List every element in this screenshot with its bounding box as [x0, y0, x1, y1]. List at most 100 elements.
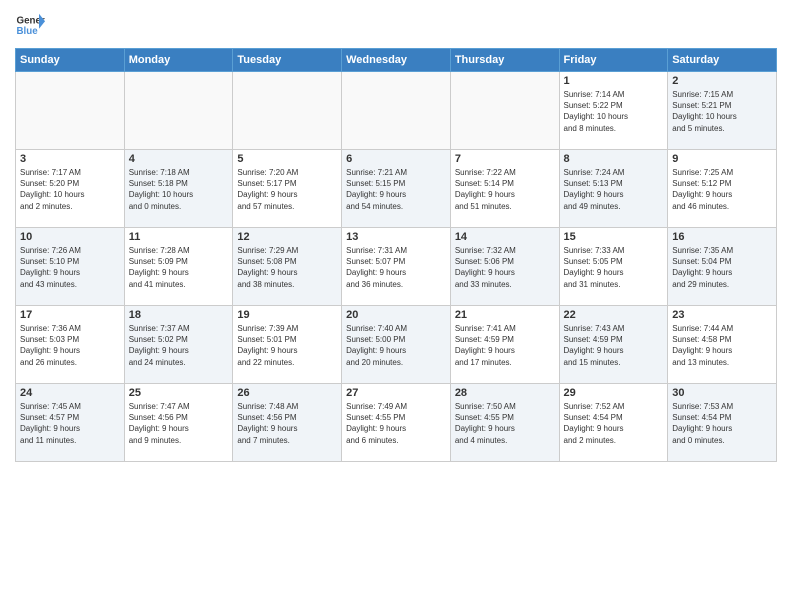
day-info: Sunrise: 7:35 AM Sunset: 5:04 PM Dayligh…	[672, 245, 772, 290]
day-number: 26	[237, 387, 337, 399]
calendar-week-1: 1 Sunrise: 7:14 AM Sunset: 5:22 PM Daylig…	[16, 72, 777, 150]
calendar-day: 5 Sunrise: 7:20 AM Sunset: 5:17 PM Daylig…	[233, 150, 342, 228]
day-number: 2	[672, 75, 772, 87]
day-info: Sunrise: 7:48 AM Sunset: 4:56 PM Dayligh…	[237, 401, 337, 446]
calendar-day: 17Sunrise: 7:36 AM Sunset: 5:03 PM Dayli…	[16, 306, 125, 384]
day-number: 20	[346, 309, 446, 321]
day-info: Sunrise: 7:26 AM Sunset: 5:10 PM Dayligh…	[20, 245, 120, 290]
day-number: 28	[455, 387, 555, 399]
calendar-day: 13Sunrise: 7:31 AM Sunset: 5:07 PM Dayli…	[342, 228, 451, 306]
day-number: 1	[564, 75, 664, 87]
calendar-day: 7Sunrise: 7:22 AM Sunset: 5:14 PM Daylig…	[450, 150, 559, 228]
day-number: 15	[564, 231, 664, 243]
day-info: Sunrise: 7:15 AM Sunset: 5:21 PM Dayligh…	[672, 89, 772, 134]
day-info: Sunrise: 7:41 AM Sunset: 4:59 PM Dayligh…	[455, 323, 555, 368]
calendar-day	[450, 72, 559, 150]
day-info: Sunrise: 7:31 AM Sunset: 5:07 PM Dayligh…	[346, 245, 446, 290]
day-number: 24	[20, 387, 120, 399]
calendar-day: 25 Sunrise: 7:47 AM Sunset: 4:56 PM Dayli…	[124, 384, 233, 462]
day-info: Sunrise: 7:40 AM Sunset: 5:00 PM Dayligh…	[346, 323, 446, 368]
day-info: Sunrise: 7:20 AM Sunset: 5:17 PM Dayligh…	[237, 167, 337, 212]
svg-text:Blue: Blue	[17, 26, 39, 37]
day-number: 10	[20, 231, 120, 243]
calendar-day: 21 Sunrise: 7:41 AM Sunset: 4:59 PM Dayli…	[450, 306, 559, 384]
day-number: 27	[346, 387, 446, 399]
day-info: Sunrise: 7:25 AM Sunset: 5:12 PM Dayligh…	[672, 167, 772, 212]
calendar-day: 23 Sunrise: 7:44 AM Sunset: 4:58 PM Dayli…	[668, 306, 777, 384]
calendar-week-3: 10 Sunrise: 7:26 AM Sunset: 5:10 PM Dayli…	[16, 228, 777, 306]
calendar-day: 9 Sunrise: 7:25 AM Sunset: 5:12 PM Daylig…	[668, 150, 777, 228]
calendar-day: 27Sunrise: 7:49 AM Sunset: 4:55 PM Dayli…	[342, 384, 451, 462]
day-number: 30	[672, 387, 772, 399]
calendar-day	[124, 72, 233, 150]
day-number: 18	[129, 309, 229, 321]
day-info: Sunrise: 7:53 AM Sunset: 4:54 PM Dayligh…	[672, 401, 772, 446]
calendar-day: 14 Sunrise: 7:32 AM Sunset: 5:06 PM Dayli…	[450, 228, 559, 306]
day-number: 29	[564, 387, 664, 399]
weekday-header-row: SundayMondayTuesdayWednesdayThursdayFrid…	[16, 49, 777, 72]
calendar-day: 26 Sunrise: 7:48 AM Sunset: 4:56 PM Dayli…	[233, 384, 342, 462]
day-number: 21	[455, 309, 555, 321]
calendar-week-4: 17Sunrise: 7:36 AM Sunset: 5:03 PM Dayli…	[16, 306, 777, 384]
day-info: Sunrise: 7:45 AM Sunset: 4:57 PM Dayligh…	[20, 401, 120, 446]
day-info: Sunrise: 7:47 AM Sunset: 4:56 PM Dayligh…	[129, 401, 229, 446]
day-number: 12	[237, 231, 337, 243]
weekday-header-thursday: Thursday	[450, 49, 559, 72]
day-number: 5	[237, 153, 337, 165]
day-info: Sunrise: 7:43 AM Sunset: 4:59 PM Dayligh…	[564, 323, 664, 368]
day-info: Sunrise: 7:32 AM Sunset: 5:06 PM Dayligh…	[455, 245, 555, 290]
day-info: Sunrise: 7:39 AM Sunset: 5:01 PM Dayligh…	[237, 323, 337, 368]
day-info: Sunrise: 7:17 AM Sunset: 5:20 PM Dayligh…	[20, 167, 120, 212]
day-number: 6	[346, 153, 446, 165]
day-number: 23	[672, 309, 772, 321]
weekday-header-sunday: Sunday	[16, 49, 125, 72]
day-info: Sunrise: 7:37 AM Sunset: 5:02 PM Dayligh…	[129, 323, 229, 368]
logo: General Blue	[15, 10, 45, 40]
calendar-day	[233, 72, 342, 150]
day-info: Sunrise: 7:44 AM Sunset: 4:58 PM Dayligh…	[672, 323, 772, 368]
calendar-day: 3 Sunrise: 7:17 AM Sunset: 5:20 PM Daylig…	[16, 150, 125, 228]
calendar-table: SundayMondayTuesdayWednesdayThursdayFrid…	[15, 48, 777, 462]
day-info: Sunrise: 7:52 AM Sunset: 4:54 PM Dayligh…	[564, 401, 664, 446]
calendar-day: 19 Sunrise: 7:39 AM Sunset: 5:01 PM Dayli…	[233, 306, 342, 384]
calendar-week-5: 24 Sunrise: 7:45 AM Sunset: 4:57 PM Dayli…	[16, 384, 777, 462]
weekday-header-tuesday: Tuesday	[233, 49, 342, 72]
calendar-day: 10 Sunrise: 7:26 AM Sunset: 5:10 PM Dayli…	[16, 228, 125, 306]
weekday-header-friday: Friday	[559, 49, 668, 72]
weekday-header-saturday: Saturday	[668, 49, 777, 72]
calendar-day: 16 Sunrise: 7:35 AM Sunset: 5:04 PM Dayli…	[668, 228, 777, 306]
calendar-day: 20 Sunrise: 7:40 AM Sunset: 5:00 PM Dayli…	[342, 306, 451, 384]
calendar-day: 12Sunrise: 7:29 AM Sunset: 5:08 PM Dayli…	[233, 228, 342, 306]
calendar-day: 2 Sunrise: 7:15 AM Sunset: 5:21 PM Daylig…	[668, 72, 777, 150]
day-info: Sunrise: 7:18 AM Sunset: 5:18 PM Dayligh…	[129, 167, 229, 212]
day-number: 16	[672, 231, 772, 243]
calendar-day: 28 Sunrise: 7:50 AM Sunset: 4:55 PM Dayli…	[450, 384, 559, 462]
calendar-day: 24 Sunrise: 7:45 AM Sunset: 4:57 PM Dayli…	[16, 384, 125, 462]
calendar-day: 29 Sunrise: 7:52 AM Sunset: 4:54 PM Dayli…	[559, 384, 668, 462]
day-info: Sunrise: 7:28 AM Sunset: 5:09 PM Dayligh…	[129, 245, 229, 290]
calendar-day	[342, 72, 451, 150]
day-info: Sunrise: 7:33 AM Sunset: 5:05 PM Dayligh…	[564, 245, 664, 290]
calendar-day: 30 Sunrise: 7:53 AM Sunset: 4:54 PM Dayli…	[668, 384, 777, 462]
day-number: 8	[564, 153, 664, 165]
day-number: 3	[20, 153, 120, 165]
day-number: 17	[20, 309, 120, 321]
day-info: Sunrise: 7:21 AM Sunset: 5:15 PM Dayligh…	[346, 167, 446, 212]
calendar-day: 8 Sunrise: 7:24 AM Sunset: 5:13 PM Daylig…	[559, 150, 668, 228]
day-number: 9	[672, 153, 772, 165]
calendar-week-2: 3 Sunrise: 7:17 AM Sunset: 5:20 PM Daylig…	[16, 150, 777, 228]
calendar-day: 22Sunrise: 7:43 AM Sunset: 4:59 PM Dayli…	[559, 306, 668, 384]
day-number: 11	[129, 231, 229, 243]
page-container: General Blue SundayMondayTuesdayWednesda…	[0, 0, 792, 467]
day-number: 19	[237, 309, 337, 321]
day-number: 4	[129, 153, 229, 165]
day-info: Sunrise: 7:14 AM Sunset: 5:22 PM Dayligh…	[564, 89, 664, 134]
calendar-day: 4 Sunrise: 7:18 AM Sunset: 5:18 PM Daylig…	[124, 150, 233, 228]
day-info: Sunrise: 7:50 AM Sunset: 4:55 PM Dayligh…	[455, 401, 555, 446]
weekday-header-monday: Monday	[124, 49, 233, 72]
day-info: Sunrise: 7:24 AM Sunset: 5:13 PM Dayligh…	[564, 167, 664, 212]
calendar-day: 6 Sunrise: 7:21 AM Sunset: 5:15 PM Daylig…	[342, 150, 451, 228]
day-number: 25	[129, 387, 229, 399]
calendar-day: 15 Sunrise: 7:33 AM Sunset: 5:05 PM Dayli…	[559, 228, 668, 306]
day-number: 14	[455, 231, 555, 243]
